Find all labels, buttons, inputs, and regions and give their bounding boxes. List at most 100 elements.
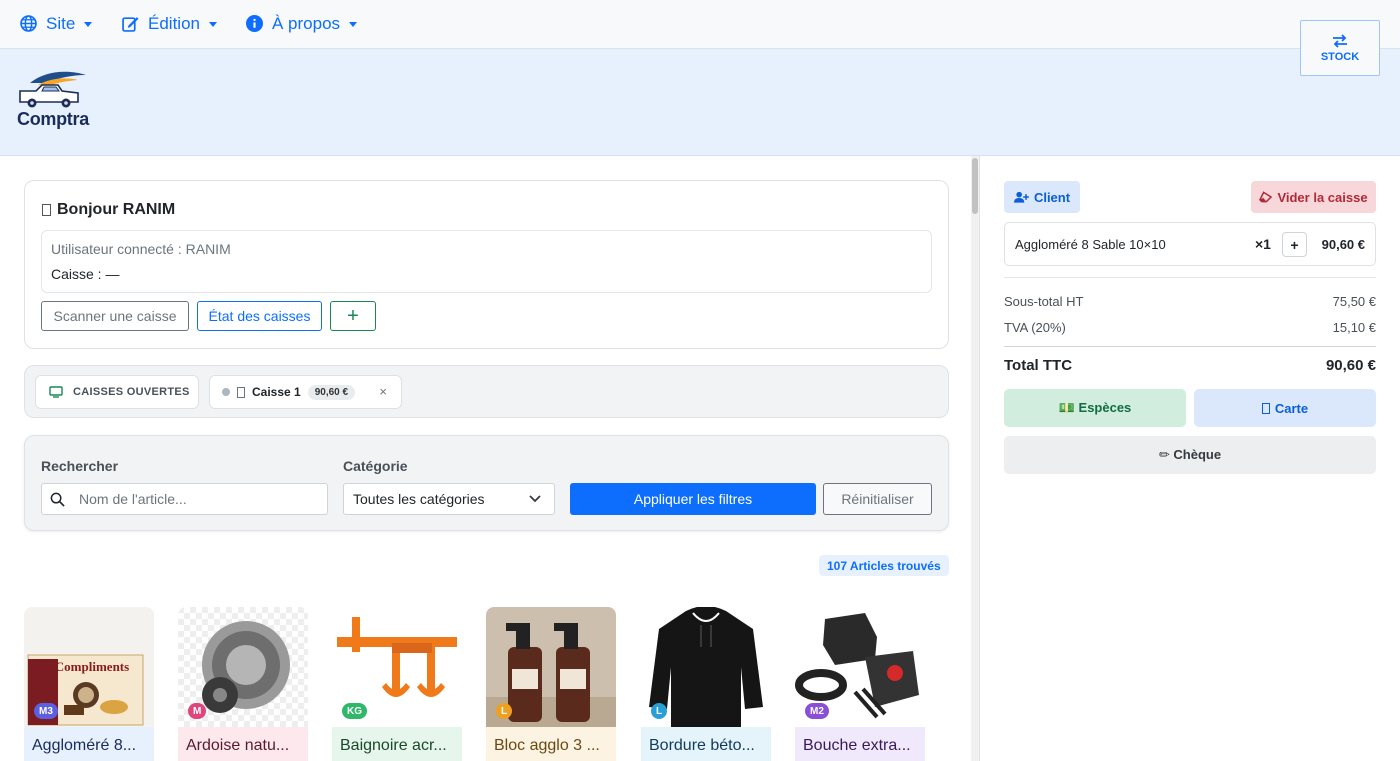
caisse-tab-name: Caisse 1 bbox=[252, 385, 301, 399]
tva-row: TVA (20%) 15,10 € bbox=[1004, 320, 1376, 335]
pay-cash-button[interactable]: 💵 Espèces bbox=[1004, 389, 1186, 427]
etat-caisses-button[interactable]: État des caisses bbox=[197, 301, 322, 331]
greeting-title-row: Bonjour RANIM bbox=[42, 201, 175, 219]
nav-site-menu[interactable]: Site bbox=[20, 0, 93, 48]
open-caisses-tab[interactable]: CAISSES OUVERTES bbox=[35, 375, 199, 409]
brand-header: Comptra bbox=[0, 49, 1400, 156]
subtotal-row: Sous-total HT 75,50 € bbox=[1004, 294, 1376, 309]
category-select[interactable]: Toutes les catégories bbox=[343, 483, 555, 515]
unit-badge: KG bbox=[342, 703, 367, 719]
top-navbar: Site Édition À propos bbox=[0, 0, 1400, 49]
product-name: Bordure béto... bbox=[641, 727, 771, 761]
empty-cart-label: Vider la caisse bbox=[1277, 189, 1368, 205]
edit-icon bbox=[122, 15, 140, 33]
product-card[interactable]: L Bordure béto... bbox=[641, 607, 771, 761]
divider bbox=[1004, 346, 1376, 347]
unit-badge: M2 bbox=[805, 703, 829, 719]
cart-item-name: Aggloméré 8 Sable 10×10 bbox=[1015, 237, 1166, 252]
subtotal-value: 75,50 € bbox=[1332, 294, 1376, 309]
status-dot-icon bbox=[222, 388, 230, 396]
main-scrollbar[interactable] bbox=[971, 156, 979, 761]
product-name: Aggloméré 8... bbox=[24, 727, 154, 761]
greeting-title: Bonjour RANIM bbox=[57, 201, 176, 218]
svg-text:Compliments: Compliments bbox=[55, 659, 129, 674]
panel-divider bbox=[979, 156, 980, 761]
filters-card: Rechercher Catégorie Toutes les catégori… bbox=[24, 435, 949, 531]
caisse-tab-1[interactable]: Caisse 1 90,60 € × bbox=[209, 375, 402, 409]
pay-cheque-button[interactable]: ✏ Chèque bbox=[1004, 436, 1376, 474]
card-icon bbox=[1261, 402, 1270, 414]
current-caisse-text: Caisse : — bbox=[51, 266, 120, 282]
brand-name: Comptra bbox=[17, 109, 89, 129]
scan-caisse-button[interactable]: Scanner une caisse bbox=[41, 301, 189, 331]
monitor-icon bbox=[49, 386, 63, 398]
apply-filters-button[interactable]: Appliquer les filtres bbox=[570, 483, 816, 515]
cart-item-qty: ×1 bbox=[1255, 236, 1271, 252]
empty-cart-button[interactable]: Vider la caisse bbox=[1251, 181, 1376, 213]
user-plus-icon bbox=[1013, 191, 1029, 203]
exchange-arrows-icon bbox=[1333, 33, 1347, 48]
pay-card-button[interactable]: Carte bbox=[1194, 389, 1376, 427]
cart-item-price: 90,60 € bbox=[1321, 237, 1365, 252]
reset-filters-button[interactable]: Réinitialiser bbox=[823, 483, 932, 515]
search-icon bbox=[50, 492, 65, 507]
register-icon bbox=[237, 386, 245, 398]
stock-toggle-button[interactable]: STOCK bbox=[1300, 20, 1380, 76]
increase-qty-button[interactable]: + bbox=[1282, 232, 1307, 257]
product-name: Bloc agglo 3 ... bbox=[486, 727, 616, 761]
missing-glyph-icon bbox=[42, 204, 51, 216]
product-name: Bouche extra... bbox=[795, 727, 925, 761]
client-button[interactable]: Client bbox=[1004, 181, 1080, 213]
nav-edition-label: Édition bbox=[148, 14, 200, 33]
search-field bbox=[41, 483, 328, 515]
unit-badge: M3 bbox=[34, 703, 58, 719]
product-name: Baignoire acr... bbox=[332, 727, 462, 761]
open-caisses-label: CAISSES OUVERTES bbox=[73, 386, 190, 398]
total-value: 90,60 € bbox=[1325, 357, 1376, 374]
caret-down-icon bbox=[349, 21, 358, 27]
greeting-card: Bonjour RANIM Utilisateur connecté : RAN… bbox=[24, 180, 949, 349]
product-card[interactable]: M Ardoise natu... bbox=[178, 607, 308, 761]
unit-badge: M bbox=[188, 703, 207, 719]
nav-apropos-menu[interactable]: À propos bbox=[246, 0, 358, 48]
category-select-value: Toutes les catégories bbox=[353, 491, 485, 507]
unit-badge: L bbox=[651, 703, 668, 719]
total-row: Total TTC 90,60 € bbox=[1004, 357, 1376, 374]
globe-icon bbox=[20, 15, 38, 33]
product-card[interactable]: L Bloc agglo 3 ... bbox=[486, 607, 616, 761]
session-info-box: Utilisateur connecté : RANIM Caisse : — bbox=[41, 230, 932, 293]
nav-apropos-label: À propos bbox=[272, 14, 341, 33]
info-icon bbox=[246, 15, 264, 33]
tva-label: TVA (20%) bbox=[1004, 320, 1066, 335]
nav-edition-menu[interactable]: Édition bbox=[122, 0, 217, 48]
nav-site-label: Site bbox=[46, 14, 76, 33]
tva-value: 15,10 € bbox=[1332, 320, 1376, 335]
client-button-label: Client bbox=[1033, 189, 1071, 205]
eraser-icon bbox=[1259, 191, 1273, 203]
cart-line-item: Aggloméré 8 Sable 10×10 ×1 + 90,60 € bbox=[1004, 222, 1376, 266]
subtotal-label: Sous-total HT bbox=[1004, 294, 1084, 309]
search-input[interactable] bbox=[79, 484, 324, 514]
caisse-amount-badge: 90,60 € bbox=[307, 384, 356, 400]
product-name: Ardoise natu... bbox=[178, 727, 308, 761]
product-card[interactable]: KG Baignoire acr... bbox=[332, 607, 462, 761]
add-caisse-button[interactable]: + bbox=[330, 301, 376, 331]
product-card[interactable]: M2 Bouche extra... bbox=[795, 607, 925, 761]
caret-down-icon bbox=[84, 21, 93, 27]
results-count-badge: 107 Articles trouvés bbox=[819, 555, 949, 576]
category-label: Catégorie bbox=[343, 458, 408, 474]
stock-label: STOCK bbox=[1320, 50, 1360, 63]
connected-user-text: Utilisateur connecté : RANIM bbox=[51, 241, 231, 257]
chevron-down-icon bbox=[529, 495, 541, 503]
unit-badge: L bbox=[496, 703, 513, 719]
search-label: Rechercher bbox=[41, 458, 119, 474]
divider bbox=[1004, 277, 1376, 278]
scrollbar-thumb[interactable] bbox=[972, 158, 978, 214]
truck-logo-icon bbox=[19, 71, 86, 108]
open-caisses-bar: CAISSES OUVERTES Caisse 1 90,60 € × bbox=[24, 365, 949, 418]
total-label: Total TTC bbox=[1004, 357, 1073, 374]
product-card[interactable]: Compliments M3 Aggloméré 8... bbox=[24, 607, 154, 761]
pay-card-label: Carte bbox=[1274, 400, 1309, 416]
close-icon[interactable]: × bbox=[379, 384, 387, 399]
caret-down-icon bbox=[208, 21, 217, 27]
